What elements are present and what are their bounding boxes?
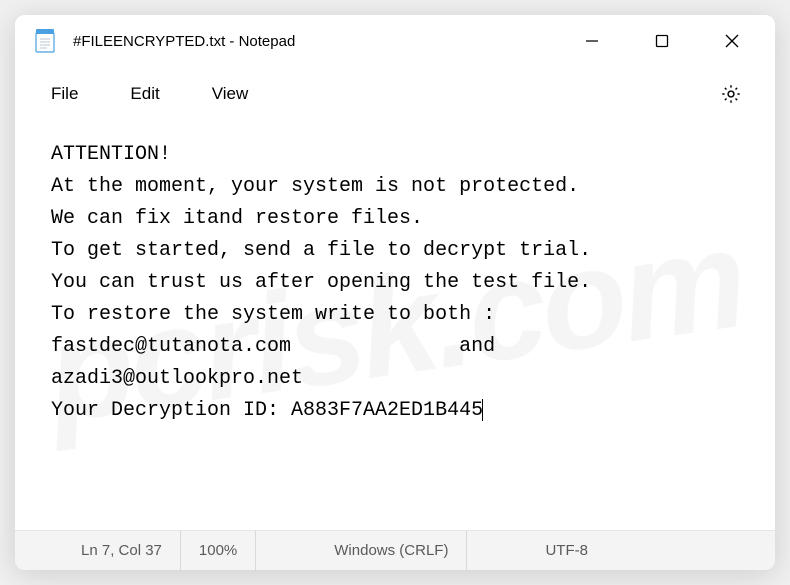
menu-file[interactable]: File <box>29 76 100 112</box>
minimize-button[interactable] <box>569 21 615 61</box>
status-line-ending: Windows (CRLF) <box>256 531 467 570</box>
status-position: Ln 7, Col 37 <box>15 531 181 570</box>
notepad-icon <box>33 29 57 53</box>
text-caret <box>482 399 483 421</box>
menubar: File Edit View <box>15 67 775 121</box>
text-content: ATTENTION! At the moment, your system is… <box>51 143 591 422</box>
settings-button[interactable] <box>711 74 751 114</box>
status-zoom[interactable]: 100% <box>181 531 256 570</box>
close-button[interactable] <box>709 21 755 61</box>
titlebar: #FILEENCRYPTED.txt - Notepad <box>15 15 775 67</box>
statusbar: Ln 7, Col 37 100% Windows (CRLF) UTF-8 <box>15 530 775 570</box>
menu-edit[interactable]: Edit <box>108 76 181 112</box>
content-area: pcrisk.com ATTENTION! At the moment, you… <box>15 121 775 530</box>
text-editor[interactable]: ATTENTION! At the moment, your system is… <box>15 121 775 530</box>
window-title: #FILEENCRYPTED.txt - Notepad <box>73 33 569 50</box>
maximize-button[interactable] <box>639 21 685 61</box>
menu-view[interactable]: View <box>190 76 271 112</box>
window-controls <box>569 21 755 61</box>
status-encoding: UTF-8 <box>467 531 636 570</box>
notepad-window: #FILEENCRYPTED.txt - Notepad File Edit V… <box>15 15 775 570</box>
